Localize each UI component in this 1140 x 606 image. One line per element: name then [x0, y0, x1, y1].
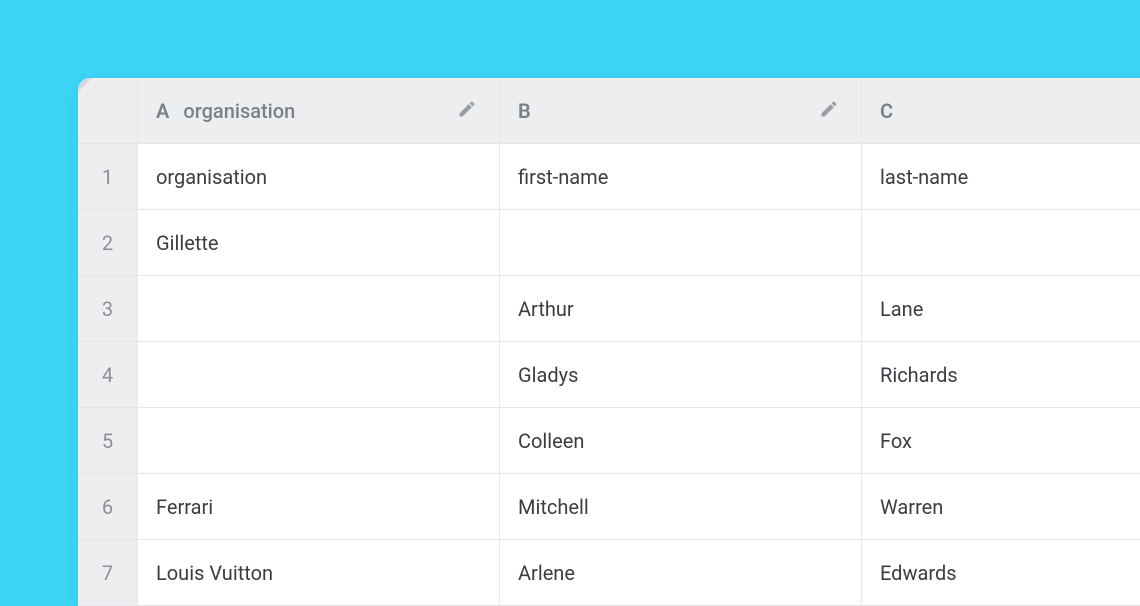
row-number[interactable]: 3: [78, 276, 138, 342]
cell[interactable]: Gladys: [500, 342, 862, 408]
pencil-icon: [457, 99, 477, 122]
column-letter: C: [880, 99, 893, 123]
column-name: organisation: [183, 99, 439, 123]
cell[interactable]: Arthur: [500, 276, 862, 342]
cell[interactable]: Arlene: [500, 540, 862, 606]
cell[interactable]: Edwards: [862, 540, 1140, 606]
row-number[interactable]: 6: [78, 474, 138, 540]
cell[interactable]: organisation: [138, 144, 500, 210]
cell[interactable]: Gillette: [138, 210, 500, 276]
cell[interactable]: Colleen: [500, 408, 862, 474]
cell[interactable]: Mitchell: [500, 474, 862, 540]
cell[interactable]: Fox: [862, 408, 1140, 474]
pencil-icon: [819, 99, 839, 122]
cell[interactable]: first-name: [500, 144, 862, 210]
column-header-b[interactable]: B: [500, 78, 862, 144]
row-number[interactable]: 2: [78, 210, 138, 276]
spreadsheet: A organisation B C: [78, 78, 1140, 606]
column-header-a[interactable]: A organisation: [138, 78, 500, 144]
cell[interactable]: [138, 408, 500, 474]
column-letter: B: [518, 99, 531, 123]
edit-column-button[interactable]: [815, 97, 843, 125]
row-number[interactable]: 5: [78, 408, 138, 474]
select-all-corner[interactable]: [78, 78, 138, 144]
row-number[interactable]: 7: [78, 540, 138, 606]
column-header-c[interactable]: C: [862, 78, 1140, 144]
cell[interactable]: last-name: [862, 144, 1140, 210]
grid: A organisation B C: [78, 78, 1140, 606]
column-letter: A: [156, 99, 169, 123]
cell[interactable]: [138, 342, 500, 408]
cell[interactable]: [138, 276, 500, 342]
cell[interactable]: Lane: [862, 276, 1140, 342]
cell[interactable]: Richards: [862, 342, 1140, 408]
row-number[interactable]: 1: [78, 144, 138, 210]
cell[interactable]: Warren: [862, 474, 1140, 540]
edit-column-button[interactable]: [453, 97, 481, 125]
cell[interactable]: Ferrari: [138, 474, 500, 540]
cell[interactable]: Louis Vuitton: [138, 540, 500, 606]
row-number[interactable]: 4: [78, 342, 138, 408]
cell[interactable]: [500, 210, 862, 276]
cell[interactable]: [862, 210, 1140, 276]
